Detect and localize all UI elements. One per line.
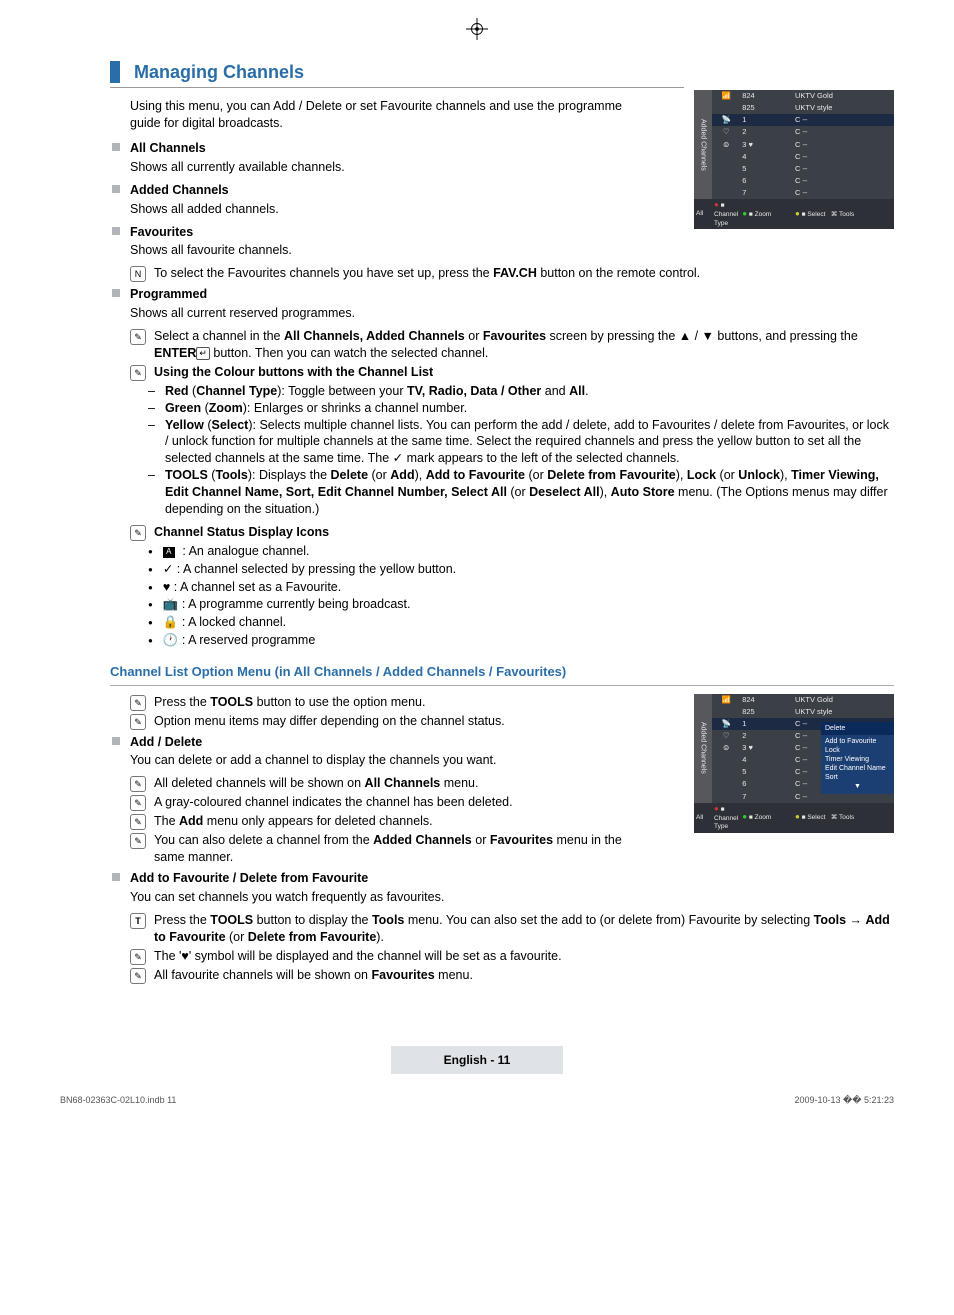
opt-note-2: Option menu items may differ depending o…	[130, 713, 684, 730]
favourites-desc: Shows all favourite channels.	[130, 242, 894, 259]
analogue-a-icon: A	[163, 547, 175, 558]
tools-popup-menu: Delete Add to Favourite Lock Timer Viewi…	[821, 722, 894, 795]
intro-text: Using this menu, you can Add / Delete or…	[130, 98, 640, 132]
page-title: Managing Channels	[134, 60, 304, 84]
ad-note-1: All deleted channels will be shown on Al…	[130, 775, 684, 792]
title-accent-bar	[110, 61, 120, 83]
heading-add-delete: Add / Delete	[130, 734, 684, 751]
z-note-icon	[130, 329, 146, 345]
section-title-row: Managing Channels	[110, 60, 684, 88]
option-menu-heading: Channel List Option Menu (in All Channel…	[110, 663, 894, 686]
ad-note-3: The Add menu only appears for deleted ch…	[130, 813, 684, 830]
heading-all-channels: All Channels	[130, 140, 684, 157]
af-note-2: All favourite channels will be shown on …	[130, 967, 894, 984]
status-icons-heading: Channel Status Display Icons	[130, 524, 894, 541]
heading-favourites: Favourites	[130, 224, 684, 241]
osd1-side: Added Channels	[694, 90, 712, 199]
z-note-icon	[130, 695, 146, 711]
page-number-box: English - 11	[391, 1046, 563, 1074]
footer-filename: BN68-02363C-02L10.indb 11	[60, 1094, 176, 1106]
print-footer: BN68-02363C-02L10.indb 11 2009-10-13 �� …	[60, 1094, 894, 1106]
favourites-note: To select the Favourites channels you ha…	[130, 265, 894, 282]
z-note-icon	[130, 525, 146, 541]
programmed-desc: Shows all current reserved programmes.	[130, 305, 894, 322]
colour-buttons-heading: Using the Colour buttons with the Channe…	[130, 364, 894, 381]
osd-figure-2: Added Channels 📶824UKTV Gold 825UKTV sty…	[694, 694, 894, 833]
z-note-icon	[130, 714, 146, 730]
print-registration-mark-icon	[466, 18, 488, 40]
add-favourite-desc: You can set channels you watch frequentl…	[130, 889, 894, 906]
opt-note-1: Press the TOOLS button to use the option…	[130, 694, 684, 711]
af-tools-note: Press the TOOLS button to display the To…	[130, 912, 894, 946]
z-note-icon	[130, 365, 146, 381]
t-note-icon	[130, 913, 146, 929]
programmed-note-1: Select a channel in the All Channels, Ad…	[130, 328, 894, 362]
heading-added-channels: Added Channels	[130, 182, 684, 199]
heading-programmed: Programmed	[130, 286, 894, 303]
osd-figure-1: Added Channels 📶824UKTV Gold 825UKTV sty…	[694, 90, 894, 229]
heading-add-favourite: Add to Favourite / Delete from Favourite	[130, 870, 894, 887]
status-icons-list: A : An analogue channel. ✓ : A channel s…	[148, 543, 894, 649]
footer-timestamp: 2009-10-13 �� 5:21:23	[794, 1094, 894, 1106]
ad-note-2: A gray-coloured channel indicates the ch…	[130, 794, 684, 811]
enter-icon	[196, 347, 210, 360]
n-note-icon	[130, 266, 146, 282]
ad-note-4: You can also delete a channel from the A…	[130, 832, 630, 866]
colour-buttons-list: Red (Channel Type): Toggle between your …	[148, 383, 894, 518]
af-note-1: The '♥' symbol will be displayed and the…	[130, 948, 894, 965]
